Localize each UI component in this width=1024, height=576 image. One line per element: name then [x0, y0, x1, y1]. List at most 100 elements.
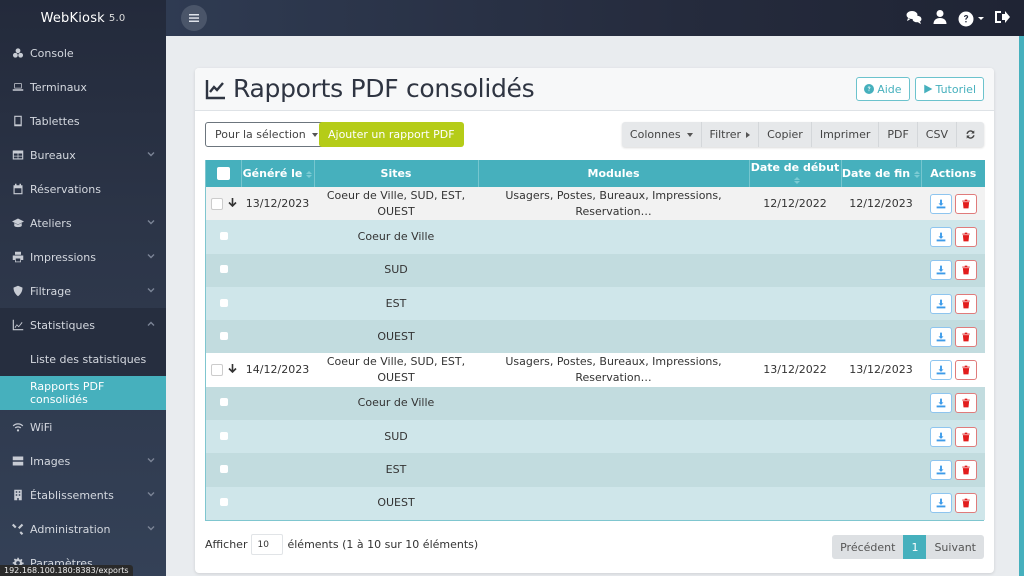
- table-subrow[interactable]: EST: [206, 286, 985, 321]
- sidebar-item-etablissements[interactable]: Établissements: [0, 478, 166, 512]
- sidebar-item-bureaux[interactable]: Bureaux: [0, 138, 166, 172]
- print-button[interactable]: Imprimer: [812, 122, 880, 147]
- table-subrow[interactable]: EST: [206, 453, 985, 487]
- sidebar-item-administration[interactable]: Administration: [0, 512, 166, 546]
- table-row[interactable]: 13/12/2023 Coeur de Ville, SUD, EST, OUEST…: [206, 187, 985, 221]
- tutorial-button[interactable]: Tutoriel: [914, 77, 984, 101]
- sidebar-item-console[interactable]: Console: [0, 36, 166, 70]
- pdf-export-button[interactable]: PDF: [879, 122, 918, 147]
- page-1-button[interactable]: 1: [903, 535, 927, 559]
- sort-icon: [794, 177, 800, 184]
- filter-button[interactable]: Filtrer: [702, 122, 760, 147]
- chart-line-icon: [11, 318, 25, 332]
- delete-button[interactable]: [954, 193, 977, 214]
- row-checkbox[interactable]: [219, 231, 228, 240]
- trash-icon: [961, 398, 971, 408]
- download-button[interactable]: [929, 426, 952, 447]
- row-checkbox[interactable]: [219, 465, 228, 474]
- table-row[interactable]: 14/12/2023 Coeur de Ville, SUD, EST, OUEST…: [206, 353, 985, 387]
- delete-button[interactable]: [954, 360, 977, 381]
- download-button[interactable]: [929, 360, 952, 381]
- table-subrow[interactable]: OUEST: [206, 486, 985, 520]
- select-all-header[interactable]: [206, 160, 242, 187]
- generated-date: 13/12/2023: [241, 187, 314, 221]
- sidebar-item-statistiques[interactable]: Statistiques: [0, 308, 166, 342]
- row-checkbox[interactable]: [219, 265, 228, 274]
- delete-button[interactable]: [954, 393, 977, 414]
- delete-button[interactable]: [954, 326, 977, 347]
- copy-button[interactable]: Copier: [759, 122, 812, 147]
- sidebar-subitem-rapports-pdf[interactable]: Rapports PDF consolidés: [0, 376, 166, 410]
- download-button[interactable]: [929, 393, 952, 414]
- menu-toggle-button[interactable]: [181, 5, 207, 31]
- selection-dropdown[interactable]: Pour la sélection: [205, 122, 328, 147]
- table-subrow[interactable]: Coeur de Ville: [206, 386, 985, 421]
- previous-page-button[interactable]: Précédent: [832, 535, 903, 559]
- row-checkbox[interactable]: [219, 331, 228, 340]
- download-button[interactable]: [929, 193, 952, 214]
- sites-cell: Coeur de Ville, SUD, EST, OUEST: [314, 353, 478, 387]
- brand-logo[interactable]: WebKiosk 5.0: [0, 0, 166, 36]
- sidebar-item-tablettes[interactable]: Tablettes: [0, 104, 166, 138]
- sidebar-item-terminaux[interactable]: Terminaux: [0, 70, 166, 104]
- sidebar-item-images[interactable]: Images: [0, 444, 166, 478]
- sidebar-item-label: Statistiques: [30, 318, 95, 332]
- site-name: EST: [314, 453, 478, 487]
- download-button[interactable]: [929, 493, 952, 514]
- logout-button[interactable]: [994, 9, 1010, 28]
- download-button[interactable]: [929, 260, 952, 281]
- next-page-button[interactable]: Suivant: [926, 535, 984, 559]
- sidebar-subitem-liste-statistiques[interactable]: Liste des statistiques: [0, 342, 166, 376]
- sidebar-item-reservations[interactable]: Réservations: [0, 172, 166, 206]
- sidebar-item-label: Bureaux: [30, 148, 76, 162]
- download-button[interactable]: [929, 460, 952, 481]
- comments-button[interactable]: [906, 9, 922, 28]
- refresh-button[interactable]: [957, 122, 984, 147]
- delete-button[interactable]: [954, 426, 977, 447]
- column-header-end-date[interactable]: Date de fin: [841, 160, 922, 187]
- delete-button[interactable]: [954, 493, 977, 514]
- table-subrow[interactable]: SUD: [206, 420, 985, 454]
- table-subrow[interactable]: SUD: [206, 253, 985, 287]
- row-checkbox[interactable]: [210, 197, 223, 210]
- row-checkbox[interactable]: [219, 431, 228, 440]
- sort-icon: [914, 170, 921, 178]
- table-subrow[interactable]: Coeur de Ville: [206, 220, 985, 254]
- expand-arrow-icon[interactable]: [227, 362, 237, 378]
- row-checkbox[interactable]: [219, 498, 228, 507]
- sidebar-item-ateliers[interactable]: Ateliers: [0, 206, 166, 240]
- table-subrow[interactable]: OUEST: [206, 320, 985, 354]
- delete-button[interactable]: [954, 293, 977, 314]
- delete-button[interactable]: [954, 460, 977, 481]
- help-menu-button[interactable]: [958, 11, 984, 27]
- user-button[interactable]: [932, 9, 948, 28]
- download-button[interactable]: [929, 226, 952, 247]
- row-select-cell: [206, 353, 241, 387]
- delete-button[interactable]: [954, 226, 977, 247]
- sidebar-item-wifi[interactable]: WiFi: [0, 410, 166, 444]
- download-button[interactable]: [929, 326, 952, 347]
- add-report-button[interactable]: Ajouter un rapport PDF: [319, 122, 464, 147]
- delete-button[interactable]: [954, 260, 977, 281]
- help-button[interactable]: Aide: [856, 77, 910, 101]
- sidebar-item-impressions[interactable]: Impressions: [0, 240, 166, 274]
- row-checkbox[interactable]: [210, 364, 223, 377]
- sidebar-item-label: Établissements: [30, 488, 114, 502]
- download-button[interactable]: [929, 293, 952, 314]
- columns-button[interactable]: Colonnes: [622, 122, 702, 147]
- tablet-icon: [11, 114, 25, 128]
- column-header-start-date[interactable]: Date de début: [749, 160, 842, 187]
- page-title-text: Rapports PDF consolidés: [233, 74, 535, 103]
- sidebar-item-filtrage[interactable]: Filtrage: [0, 274, 166, 308]
- expand-arrow-icon[interactable]: [227, 196, 237, 212]
- end-date: 13/12/2023: [841, 353, 921, 387]
- select-all-checkbox[interactable]: [216, 167, 230, 181]
- row-checkbox[interactable]: [219, 298, 228, 307]
- scrollbar[interactable]: [1019, 36, 1024, 576]
- empty-cell: [749, 220, 841, 254]
- csv-export-button[interactable]: CSV: [918, 122, 957, 147]
- column-header-generated[interactable]: Généré le: [241, 160, 315, 187]
- site-name: SUD: [314, 253, 478, 287]
- row-checkbox[interactable]: [219, 398, 228, 407]
- page-length-input[interactable]: 10: [251, 534, 284, 555]
